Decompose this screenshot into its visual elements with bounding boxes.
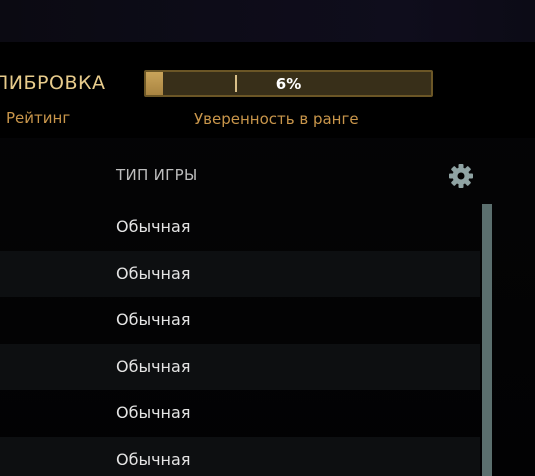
ranked-stats-panel: ЛИБРОВКА 6% Рейтинг Уверенность в ранге … bbox=[0, 0, 535, 476]
calibration-progress-bar: 6% bbox=[144, 70, 433, 97]
gear-icon[interactable] bbox=[447, 162, 475, 190]
game-type-cell: Обычная bbox=[116, 403, 191, 422]
game-type-cell: Обычная bbox=[116, 217, 191, 236]
table-row[interactable]: Обычная bbox=[0, 204, 480, 251]
list-scrollbar[interactable] bbox=[482, 204, 492, 476]
game-type-cell: Обычная bbox=[116, 449, 191, 469]
progress-value: 6% bbox=[275, 75, 302, 93]
rating-label: Рейтинг bbox=[6, 109, 71, 127]
rank-confidence-label: Уверенность в ранге bbox=[194, 110, 359, 128]
game-type-column-header: ТИП ИГРЫ bbox=[116, 166, 198, 184]
table-row[interactable]: Обычная bbox=[0, 390, 480, 437]
table-row[interactable]: Обычная bbox=[0, 297, 480, 344]
table-row[interactable]: Обычная bbox=[0, 343, 480, 390]
game-type-cell: Обычная bbox=[116, 356, 191, 376]
game-type-cell: Обычная bbox=[116, 263, 191, 283]
top-background bbox=[0, 0, 535, 42]
calibration-label: ЛИБРОВКА bbox=[0, 72, 106, 94]
game-type-cell: Обычная bbox=[116, 310, 191, 329]
table-row[interactable]: Обычная bbox=[0, 436, 480, 476]
table-row[interactable]: Обычная bbox=[0, 250, 480, 297]
match-list: Обычная Обычная Обычная Обычная Обычная Обычн… bbox=[0, 204, 480, 476]
